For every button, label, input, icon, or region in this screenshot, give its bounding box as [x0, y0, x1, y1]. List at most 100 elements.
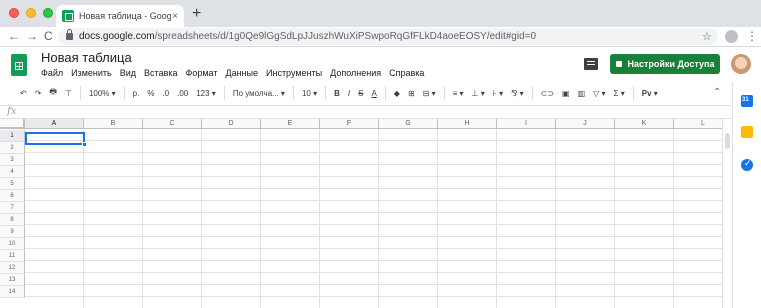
tasks-icon[interactable]: [741, 158, 753, 171]
column-header[interactable]: F: [320, 119, 379, 129]
column-header[interactable]: B: [84, 119, 143, 129]
row-header[interactable]: 1: [0, 130, 25, 142]
percent-format-button[interactable]: %: [147, 89, 154, 98]
row-header[interactable]: 9: [0, 226, 25, 238]
comments-icon[interactable]: [584, 58, 598, 70]
select-all-corner[interactable]: [0, 119, 25, 129]
currency-format-button[interactable]: р.: [133, 89, 140, 98]
fill-handle[interactable]: [82, 142, 87, 147]
browser-tab[interactable]: Новая таблица - Google Табл ×: [56, 5, 184, 27]
share-button[interactable]: Настройки Доступа: [610, 54, 720, 74]
column-header[interactable]: D: [202, 119, 261, 129]
strikethrough-button[interactable]: S: [358, 89, 363, 98]
sheets-logo-icon[interactable]: [11, 54, 27, 76]
menu-file[interactable]: Файл: [41, 68, 63, 78]
cell-area[interactable]: [25, 129, 722, 308]
row-header[interactable]: 3: [0, 154, 25, 166]
column-header[interactable]: A: [25, 119, 84, 129]
paint-format-icon[interactable]: ⊤: [65, 89, 72, 98]
menu-edit[interactable]: Изменить: [71, 68, 112, 78]
column-header[interactable]: K: [615, 119, 674, 129]
browser-tab-bar: Новая таблица - Google Табл × +: [0, 0, 761, 27]
column-header[interactable]: G: [379, 119, 438, 129]
row-header[interactable]: 6: [0, 190, 25, 202]
menu-insert[interactable]: Вставка: [144, 68, 177, 78]
font-select[interactable]: По умолча... ▾: [233, 89, 285, 98]
spreadsheet-grid[interactable]: ABCDEFGHIJKL 1 2 3 4 5 6 7 8 9 10 11 12 13 14: [0, 119, 722, 308]
minimize-window-button[interactable]: [26, 8, 36, 18]
row-header[interactable]: 7: [0, 202, 25, 214]
more-formats-select[interactable]: 123 ▾: [196, 89, 216, 98]
input-tools-select[interactable]: Pv ▾: [642, 89, 658, 98]
redo-icon[interactable]: ↷: [35, 89, 42, 98]
toolbar: ↶ ↷ 🖶 ⊤ 100% ▾ р. % .0 .00 123 ▾ По умол…: [0, 82, 732, 104]
insert-chart-icon[interactable]: ▥: [578, 89, 586, 98]
text-color-button[interactable]: A: [371, 89, 376, 98]
text-wrap-icon[interactable]: ⊦ ▾: [493, 89, 503, 98]
forward-icon[interactable]: →: [26, 29, 38, 43]
insert-comment-icon[interactable]: ▣: [562, 89, 570, 98]
borders-icon[interactable]: ⊞: [408, 89, 415, 98]
collapse-menus-icon[interactable]: ⌃: [713, 87, 721, 98]
fx-icon: fx: [7, 106, 17, 117]
row-header[interactable]: 14: [0, 286, 25, 298]
row-header[interactable]: 2: [0, 142, 25, 154]
close-window-button[interactable]: [9, 8, 19, 18]
row-header[interactable]: 4: [0, 166, 25, 178]
sheets-favicon-icon: [62, 10, 74, 22]
merge-cells-icon[interactable]: ⊟ ▾: [423, 89, 436, 98]
browser-menu-icon[interactable]: ⋮: [746, 29, 758, 43]
column-header[interactable]: E: [261, 119, 320, 129]
maximize-window-button[interactable]: [43, 8, 53, 18]
column-header[interactable]: L: [674, 119, 722, 129]
print-icon[interactable]: 🖶: [49, 86, 57, 100]
row-header[interactable]: 12: [0, 262, 25, 274]
insert-link-icon[interactable]: ⊂⊃: [541, 89, 554, 98]
scrollbar-thumb[interactable]: [725, 133, 730, 149]
bold-button[interactable]: B: [334, 89, 340, 98]
url-input[interactable]: docs.google.com /spreadsheets/d/1g0Qe9lG…: [58, 28, 718, 45]
reload-icon[interactable]: C: [44, 29, 53, 43]
address-bar-row: ← → C docs.google.com /spreadsheets/d/1g…: [0, 27, 761, 47]
fill-color-icon[interactable]: ◆: [394, 89, 400, 98]
functions-icon[interactable]: Σ ▾: [614, 89, 625, 98]
menu-data[interactable]: Данные: [225, 68, 258, 78]
undo-icon[interactable]: ↶: [20, 89, 27, 98]
account-avatar[interactable]: [731, 54, 751, 74]
row-header[interactable]: 8: [0, 214, 25, 226]
font-size-select[interactable]: 10 ▾: [302, 89, 317, 98]
decrease-decimals-button[interactable]: .0: [162, 89, 169, 98]
column-header[interactable]: I: [497, 119, 556, 129]
toolbar-divider: [79, 86, 81, 100]
menu-view[interactable]: Вид: [120, 68, 136, 78]
column-header[interactable]: H: [438, 119, 497, 129]
row-header[interactable]: 13: [0, 274, 25, 286]
vertical-align-icon[interactable]: ⊥ ▾: [472, 89, 485, 98]
document-title[interactable]: Новая таблица: [41, 50, 132, 65]
tab-close-icon[interactable]: ×: [172, 11, 178, 22]
menu-help[interactable]: Справка: [389, 68, 424, 78]
row-header[interactable]: 5: [0, 178, 25, 190]
menu-addons[interactable]: Дополнения: [330, 68, 381, 78]
row-header[interactable]: 11: [0, 250, 25, 262]
increase-decimals-button[interactable]: .00: [177, 89, 188, 98]
zoom-select[interactable]: 100% ▾: [89, 89, 116, 98]
filter-icon[interactable]: ▽ ▾: [593, 89, 605, 98]
keep-icon[interactable]: [741, 126, 753, 138]
italic-button[interactable]: I: [348, 89, 350, 98]
formula-bar[interactable]: fx: [0, 105, 732, 119]
menu-tools[interactable]: Инструменты: [266, 68, 322, 78]
calendar-icon[interactable]: [741, 95, 753, 107]
column-header[interactable]: C: [143, 119, 202, 129]
vertical-scrollbar[interactable]: [722, 119, 732, 308]
text-rotation-icon[interactable]: ⅋ ▾: [511, 89, 523, 98]
selected-cell[interactable]: [25, 132, 87, 147]
new-tab-button[interactable]: +: [192, 5, 201, 23]
browser-profile-icon[interactable]: [725, 30, 738, 43]
row-header[interactable]: 10: [0, 238, 25, 250]
column-header[interactable]: J: [556, 119, 615, 129]
horizontal-align-icon[interactable]: ≡ ▾: [453, 89, 464, 98]
back-icon[interactable]: ←: [8, 29, 20, 43]
menu-format[interactable]: Формат: [186, 68, 218, 78]
bookmark-star-icon[interactable]: ☆: [702, 30, 712, 43]
